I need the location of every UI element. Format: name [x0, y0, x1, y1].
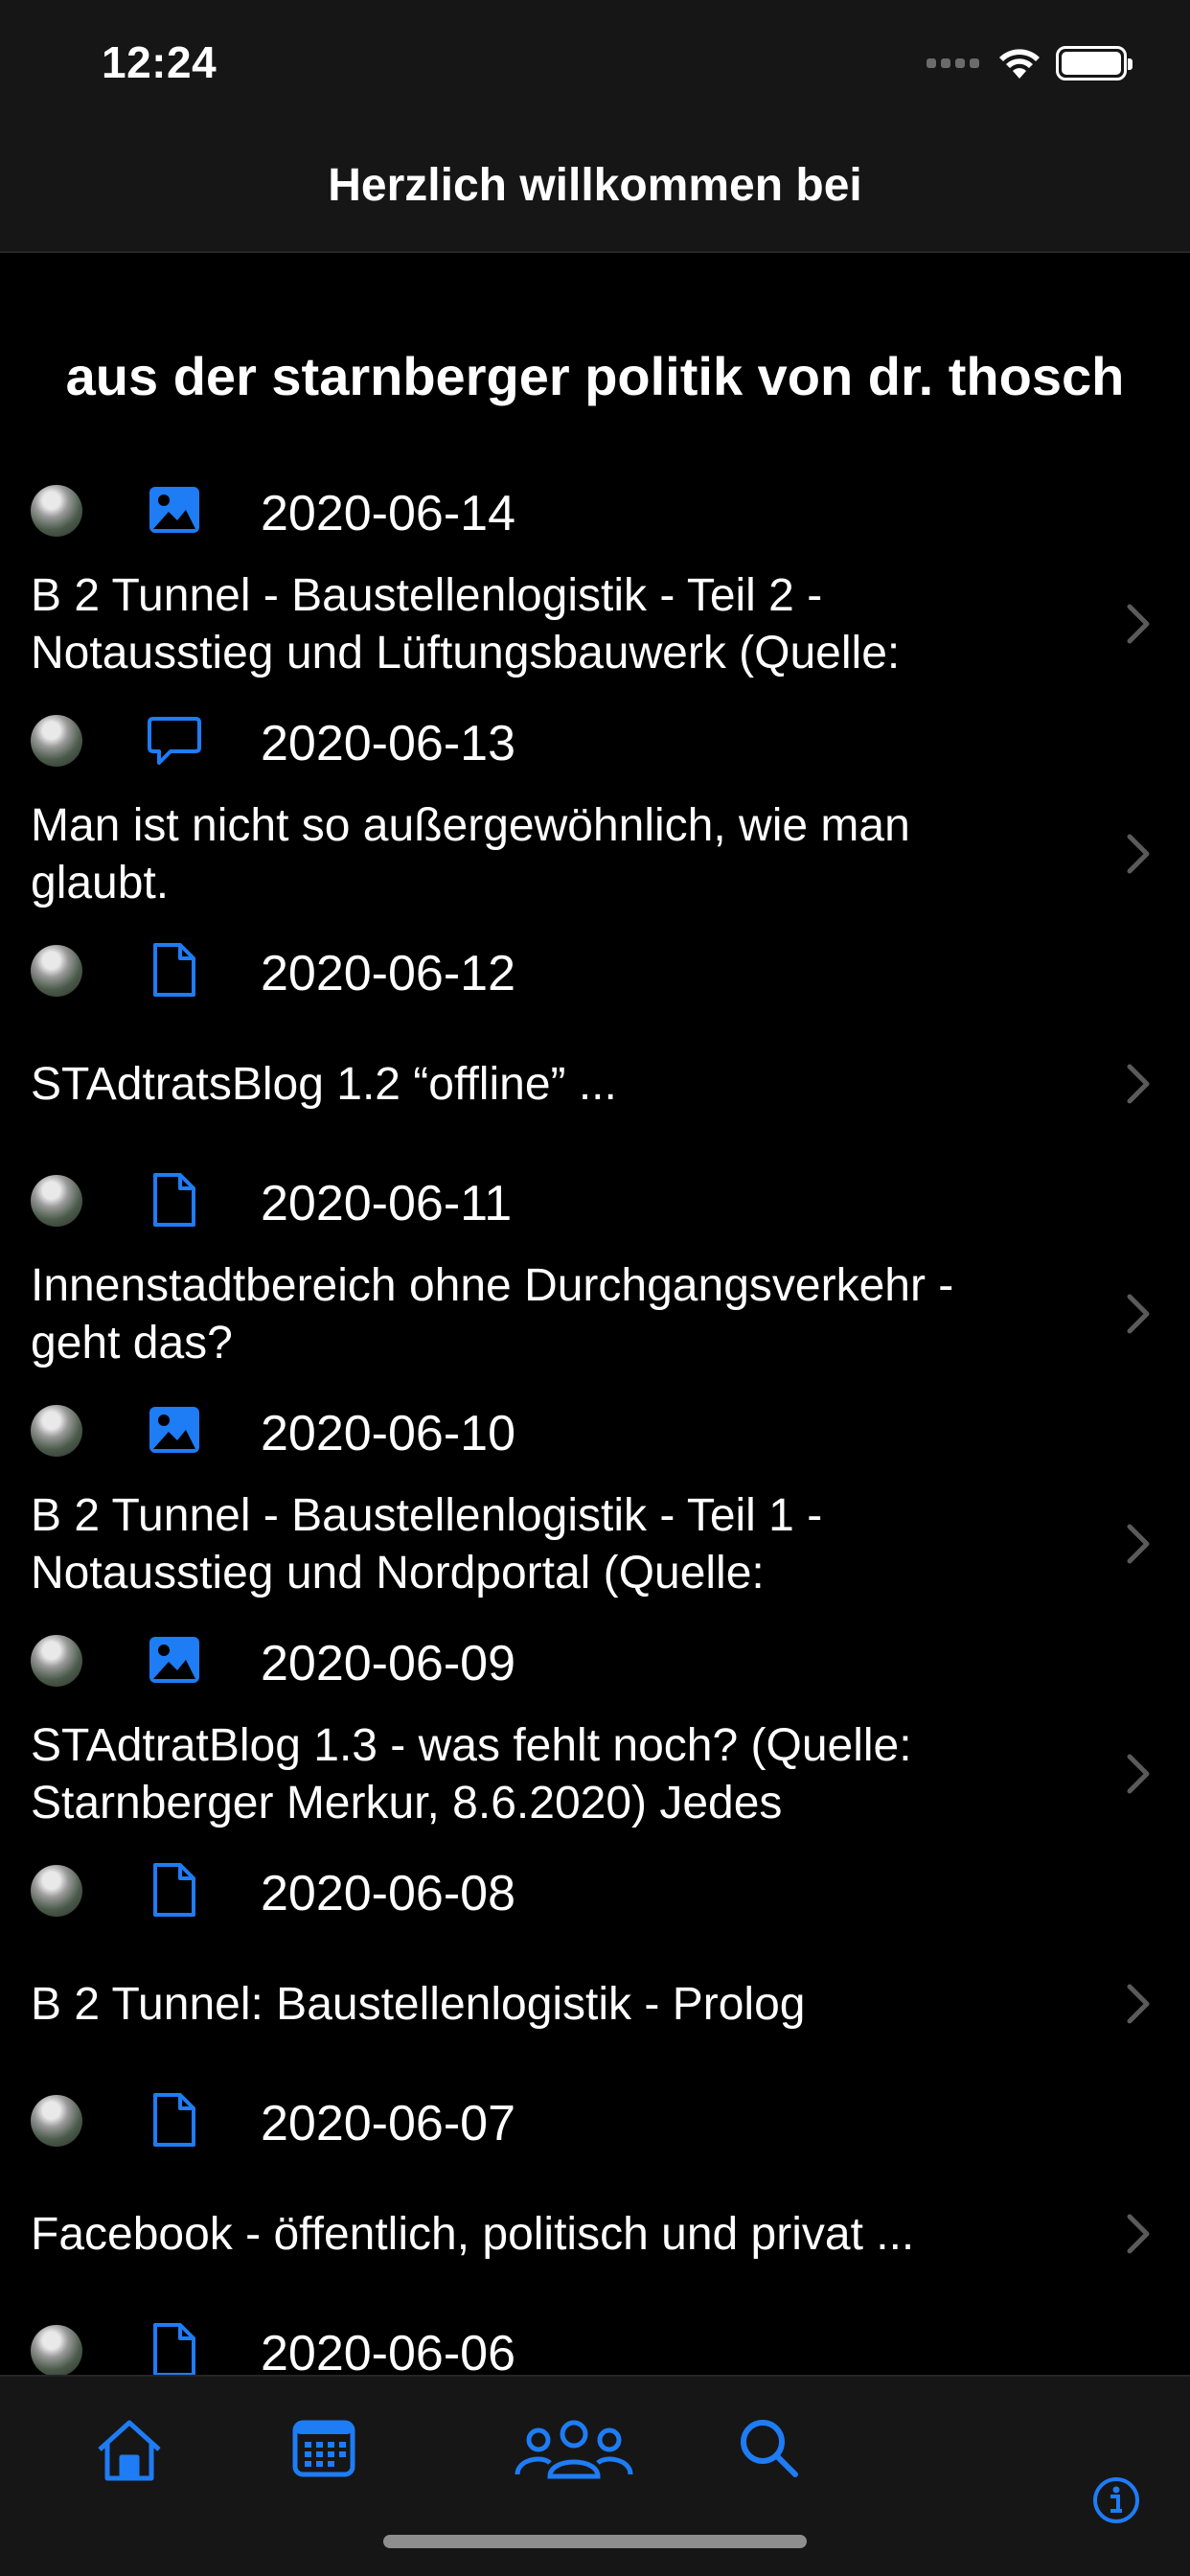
status-time: 12:24: [102, 37, 217, 87]
document-icon: [146, 2321, 203, 2375]
post-date: 2020-06-06: [261, 2326, 515, 2375]
chevron-right-icon: [1127, 2214, 1150, 2254]
author-avatar: [31, 2325, 82, 2375]
document-icon: [146, 2091, 203, 2149]
post-date: 2020-06-11: [261, 1176, 513, 1231]
post-date: 2020-06-08: [261, 1866, 515, 1921]
chevron-right-icon: [1127, 1984, 1150, 2024]
info-icon: [1093, 2477, 1139, 2523]
post-date: 2020-06-14: [261, 486, 515, 541]
document-icon: [146, 1171, 203, 1229]
post-title: B 2 Tunnel: Baustellenlogistik - Prolog: [31, 1979, 806, 2030]
chevron-right-icon: [1127, 1524, 1150, 1564]
author-avatar: [31, 1175, 82, 1227]
chevron-right-icon: [1127, 1064, 1150, 1104]
battery-icon: [1056, 46, 1133, 80]
chevron-right-icon: [1127, 604, 1150, 644]
chevron-right-icon: [1127, 1754, 1150, 1794]
calendar-icon: [292, 2420, 355, 2477]
author-avatar: [31, 1635, 82, 1687]
page-headline: aus der starnberger politik von dr. thos…: [65, 346, 1125, 406]
post-date: 2020-06-13: [261, 716, 515, 771]
author-avatar: [31, 715, 82, 767]
document-icon: [146, 941, 203, 999]
list-item[interactable]: 2020-06-14 B 2 Tunnel - Baustellenlogisti…: [0, 460, 1190, 690]
post-date: 2020-06-10: [261, 1406, 515, 1461]
home-indicator: [383, 2535, 807, 2548]
author-avatar: [31, 945, 82, 997]
tab-search[interactable]: [736, 2415, 801, 2485]
list-item[interactable]: 2020-06-07 Facebook - öffentlich, politis…: [0, 2070, 1190, 2300]
info-button[interactable]: [1092, 2476, 1140, 2529]
tab-people[interactable]: [514, 2415, 634, 2487]
list-item[interactable]: 2020-06-13 Man ist nicht so außergewöhnli…: [0, 690, 1190, 920]
post-date: 2020-06-12: [261, 946, 515, 1001]
post-title: Innenstadtbereich ohne Durchgangsverkehr…: [31, 1260, 954, 1368]
post-title: STAdtratBlog 1.3 - was fehlt noch? (Quel…: [31, 1720, 912, 1828]
image-icon: [146, 1401, 203, 1459]
status-indicators: [927, 44, 1133, 82]
post-title: STAdtratsBlog 1.2 “offline” ...: [31, 1059, 617, 1110]
post-date: 2020-06-09: [261, 1636, 515, 1691]
tab-home[interactable]: [94, 2415, 165, 2489]
chevron-right-icon: [1127, 834, 1150, 874]
post-date: 2020-06-07: [261, 2096, 515, 2151]
nav-title: Herzlich willkommen bei: [328, 160, 862, 211]
tab-calendar[interactable]: [291, 2415, 356, 2483]
post-title: B 2 Tunnel - Baustellenlogistik - Teil 1…: [31, 1490, 823, 1598]
author-avatar: [31, 2095, 82, 2147]
navigation-bar: Herzlich willkommen bei: [0, 126, 1190, 253]
people-icon: [515, 2420, 633, 2479]
image-icon: [146, 481, 203, 539]
author-avatar: [31, 1865, 82, 1917]
status-bar: 12:24: [0, 0, 1190, 126]
image-icon: [146, 1631, 203, 1689]
wifi-icon: [999, 49, 1040, 79]
cellular-signal-icon: [927, 58, 979, 68]
speech-bubble-icon: [146, 711, 203, 769]
post-title: B 2 Tunnel - Baustellenlogistik - Teil 2…: [31, 570, 901, 678]
list-item[interactable]: 2020-06-09 STAdtratBlog 1.3 - was fehlt n…: [0, 1610, 1190, 1840]
list-item[interactable]: 2020-06-10 B 2 Tunnel - Baustellenlogisti…: [0, 1380, 1190, 1610]
author-avatar: [31, 1405, 82, 1457]
search-icon: [741, 2420, 798, 2477]
list-item[interactable]: 2020-06-11 Innenstadtbereich ohne Durchga…: [0, 1150, 1190, 1380]
list-item[interactable]: 2020-06-06: [0, 2300, 1190, 2375]
post-list[interactable]: 2020-06-14 B 2 Tunnel - Baustellenlogisti…: [0, 460, 1190, 2375]
list-item[interactable]: 2020-06-08 B 2 Tunnel: Baustellenlogistik…: [0, 1840, 1190, 2070]
post-title: Facebook - öffentlich, politisch und pri…: [31, 2209, 915, 2260]
author-avatar: [31, 485, 82, 537]
list-item[interactable]: 2020-06-12 STAdtratsBlog 1.2 “offline” ..…: [0, 920, 1190, 1150]
house-icon: [98, 2420, 161, 2481]
chevron-right-icon: [1127, 1294, 1150, 1334]
document-icon: [146, 1861, 203, 1919]
post-title: Man ist nicht so außergewöhnlich, wie ma…: [31, 800, 910, 908]
